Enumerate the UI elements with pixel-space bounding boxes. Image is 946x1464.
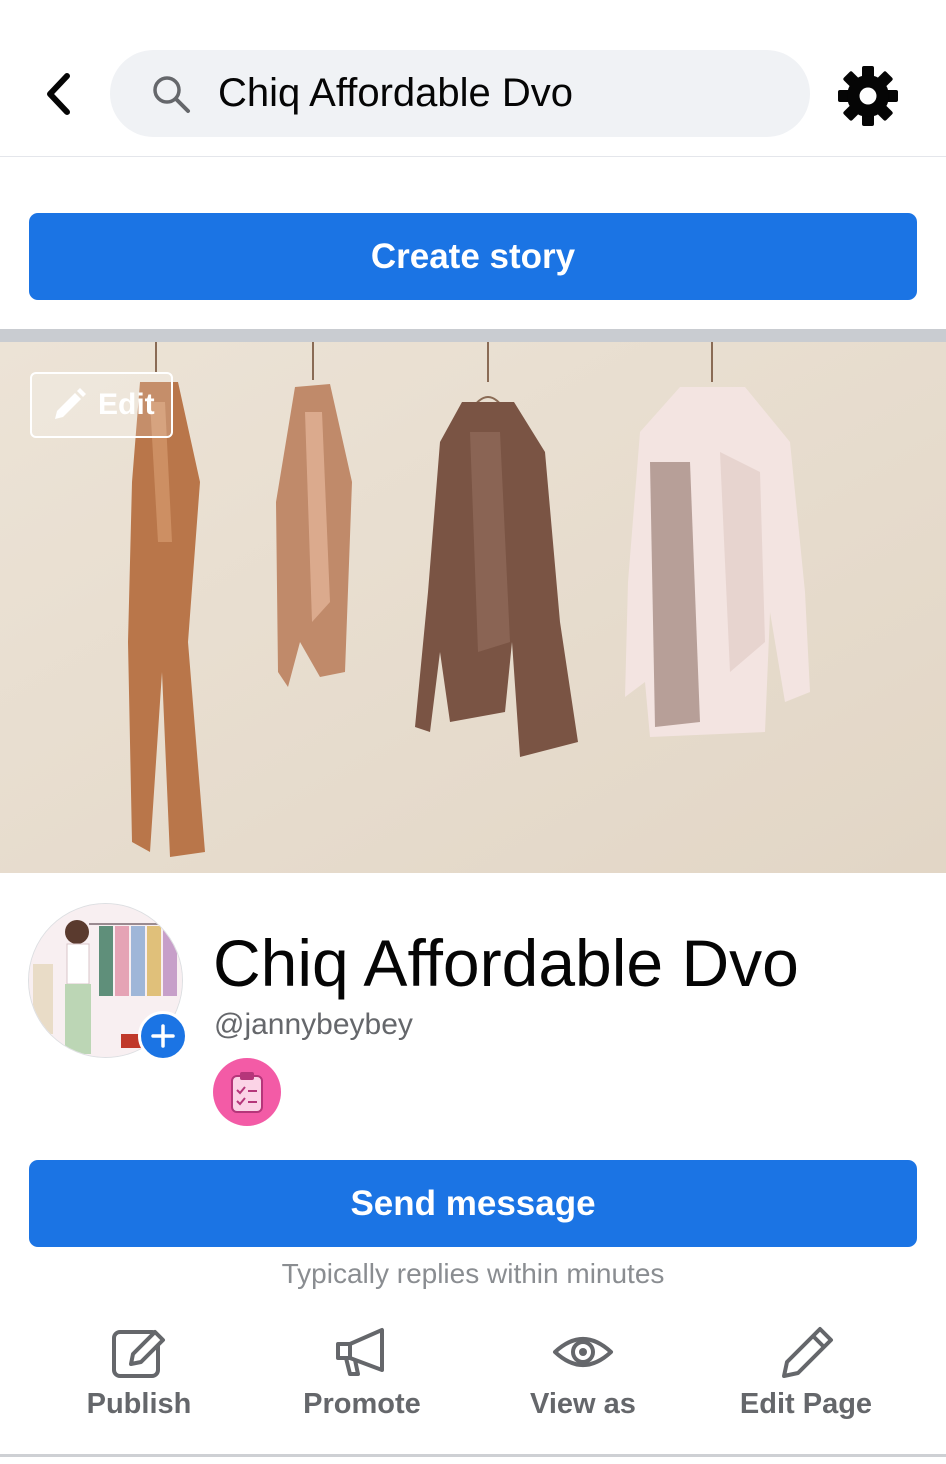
page-username: @jannybeybey	[214, 1008, 413, 1041]
plus-icon	[151, 1024, 175, 1048]
pencil-icon	[50, 386, 88, 424]
eye-icon	[551, 1320, 615, 1384]
publish-icon	[107, 1320, 171, 1384]
view-as-button[interactable]: View as	[483, 1320, 683, 1440]
cover-photo[interactable]: Edit	[0, 342, 946, 873]
page-title: Chiq Affordable Dvo	[213, 926, 799, 1000]
search-query: Chiq Affordable Dvo	[218, 71, 574, 115]
publish-button[interactable]: Publish	[39, 1320, 239, 1440]
search-icon	[150, 73, 192, 115]
bottom-divider	[0, 1454, 946, 1457]
edit-cover-label: Edit	[98, 388, 155, 421]
top-bar: Chiq Affordable Dvo	[0, 0, 946, 157]
clipboard-icon	[231, 1072, 263, 1113]
category-badge	[213, 1058, 281, 1126]
section-divider	[0, 329, 946, 342]
create-story-button[interactable]: Create story	[29, 213, 917, 300]
profile-picture-area	[28, 903, 188, 1061]
publish-label: Publish	[86, 1388, 192, 1420]
back-button[interactable]	[30, 64, 86, 124]
response-time-note: Typically replies within minutes	[281, 1258, 665, 1289]
promote-button[interactable]: Promote	[262, 1320, 462, 1440]
page-actions-row: Publish Promote View as Edit Page	[0, 1320, 946, 1440]
promote-label: Promote	[303, 1388, 421, 1420]
search-bar[interactable]: Chiq Affordable Dvo	[110, 50, 810, 137]
edit-page-label: Edit Page	[739, 1388, 873, 1420]
view-as-label: View as	[530, 1388, 636, 1420]
megaphone-icon	[330, 1320, 394, 1384]
edit-cover-button[interactable]: Edit	[30, 372, 173, 438]
gear-icon	[838, 66, 898, 126]
add-profile-photo-button[interactable]	[138, 1011, 188, 1061]
send-message-button[interactable]: Send message	[29, 1160, 917, 1247]
settings-button[interactable]	[834, 62, 902, 130]
pencil-icon	[774, 1320, 838, 1384]
back-arrow-icon	[47, 73, 70, 115]
edit-page-button[interactable]: Edit Page	[706, 1320, 906, 1440]
